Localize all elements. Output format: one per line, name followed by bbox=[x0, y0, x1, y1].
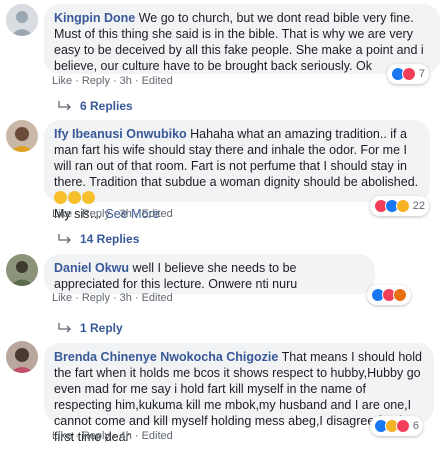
comment-bubble: Ify Ibeanusi Onwubiko Hahaha what an ama… bbox=[44, 120, 430, 221]
edited-label[interactable]: Edited bbox=[142, 208, 173, 220]
avatar[interactable] bbox=[6, 254, 38, 286]
comment-actions: Like · Reply · 3h · Edited bbox=[52, 75, 173, 87]
comment-actions: Like · Reply · 3h · Edited bbox=[52, 208, 173, 220]
reply-link[interactable]: Reply bbox=[82, 75, 110, 87]
edited-label[interactable]: Edited bbox=[142, 430, 173, 442]
reactions-badge[interactable] bbox=[367, 285, 411, 305]
edited-label[interactable]: Edited bbox=[142, 292, 173, 304]
replies-count[interactable]: 1 Reply bbox=[80, 321, 123, 335]
reply-link[interactable]: Reply bbox=[82, 292, 110, 304]
comment-author[interactable]: Daniel Okwu bbox=[54, 261, 129, 275]
like-link[interactable]: Like bbox=[52, 430, 72, 442]
comment-author[interactable]: Ify Ibeanusi Onwubiko bbox=[54, 127, 187, 141]
comment-bubble: Brenda Chinenye Nwokocha Chigozie That m… bbox=[44, 343, 434, 444]
view-replies-link[interactable]: 14 Replies bbox=[58, 232, 139, 246]
reply-arrow-icon bbox=[58, 101, 71, 111]
avatar[interactable] bbox=[6, 341, 38, 373]
comment-actions: Like · Reply · 3h · Edited bbox=[52, 292, 173, 304]
like-link[interactable]: Like bbox=[52, 208, 72, 220]
reactions-badge[interactable]: 6 bbox=[369, 416, 423, 436]
reaction-count: 22 bbox=[412, 200, 425, 212]
comment-time[interactable]: 3h bbox=[120, 75, 132, 87]
comment-time[interactable]: 4h bbox=[120, 430, 132, 442]
laughing-emoji-icon bbox=[54, 191, 67, 204]
avatar[interactable] bbox=[6, 4, 38, 36]
haha-icon bbox=[395, 199, 410, 213]
comment-bubble: Kingpin Done We go to church, but we don… bbox=[44, 4, 440, 74]
replies-count[interactable]: 6 Replies bbox=[80, 99, 133, 113]
comment-author[interactable]: Brenda Chinenye Nwokocha Chigozie bbox=[54, 350, 278, 364]
comment-time[interactable]: 3h bbox=[120, 292, 132, 304]
comment-time[interactable]: 3h bbox=[120, 208, 132, 220]
avatar[interactable] bbox=[6, 120, 38, 152]
reaction-count: 7 bbox=[418, 68, 425, 80]
edited-label[interactable]: Edited bbox=[142, 75, 173, 87]
reply-link[interactable]: Reply bbox=[82, 208, 110, 220]
reply-link[interactable]: Reply bbox=[82, 430, 110, 442]
reactions-badge[interactable]: 7 bbox=[386, 64, 429, 84]
love-icon bbox=[401, 67, 416, 81]
reactions-badge[interactable]: 22 bbox=[369, 196, 429, 216]
angry-icon bbox=[393, 288, 407, 302]
view-replies-link[interactable]: 6 Replies bbox=[58, 99, 133, 113]
like-link[interactable]: Like bbox=[52, 292, 72, 304]
comment-author[interactable]: Kingpin Done bbox=[54, 11, 135, 25]
love-icon bbox=[395, 419, 410, 433]
comment-actions: Like · Reply · 4h · Edited bbox=[52, 430, 173, 442]
reply-arrow-icon bbox=[58, 234, 71, 244]
replies-count[interactable]: 14 Replies bbox=[80, 232, 139, 246]
comment-bubble: Daniel Okwu well I believe she needs to … bbox=[44, 254, 375, 294]
reaction-count: 6 bbox=[412, 420, 419, 432]
laughing-emoji-icon bbox=[82, 191, 95, 204]
like-link[interactable]: Like bbox=[52, 75, 72, 87]
reply-arrow-icon bbox=[58, 323, 71, 333]
view-replies-link[interactable]: 1 Reply bbox=[58, 321, 123, 335]
laughing-emoji-icon bbox=[68, 191, 81, 204]
